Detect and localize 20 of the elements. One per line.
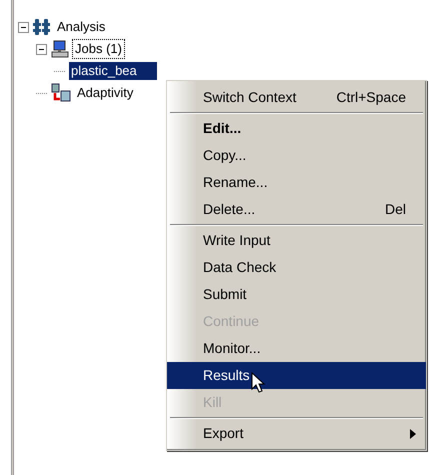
tree-item[interactable]: plastic_bea bbox=[69, 62, 157, 80]
menu-item[interactable]: Submit bbox=[167, 281, 426, 308]
tree-item[interactable]: Analysis bbox=[55, 18, 108, 36]
collapse-toggle[interactable] bbox=[18, 22, 29, 32]
menu-item[interactable]: Data Check bbox=[167, 254, 426, 281]
menu-item[interactable]: Rename... bbox=[167, 169, 426, 196]
menu-item[interactable]: Monitor... bbox=[167, 335, 426, 362]
tree-item[interactable]: Jobs (1) bbox=[73, 40, 124, 58]
mouse-cursor-icon bbox=[251, 372, 265, 394]
menu-item[interactable]: Edit... bbox=[167, 115, 426, 142]
menu-item[interactable]: Write Input bbox=[167, 227, 426, 254]
tree-item[interactable]: Adaptivity bbox=[75, 84, 136, 102]
menu-item[interactable]: Switch Context Ctrl+Space bbox=[167, 84, 426, 111]
menu-item[interactable]: Delete... Del bbox=[167, 196, 426, 223]
menu-item[interactable]: Export bbox=[167, 420, 426, 447]
collapse-toggle[interactable] bbox=[36, 44, 47, 54]
grid-arrow-icon bbox=[51, 83, 71, 103]
computer-icon bbox=[51, 40, 69, 58]
model-icon bbox=[33, 18, 51, 36]
menu-item[interactable]: Copy... bbox=[167, 142, 426, 169]
